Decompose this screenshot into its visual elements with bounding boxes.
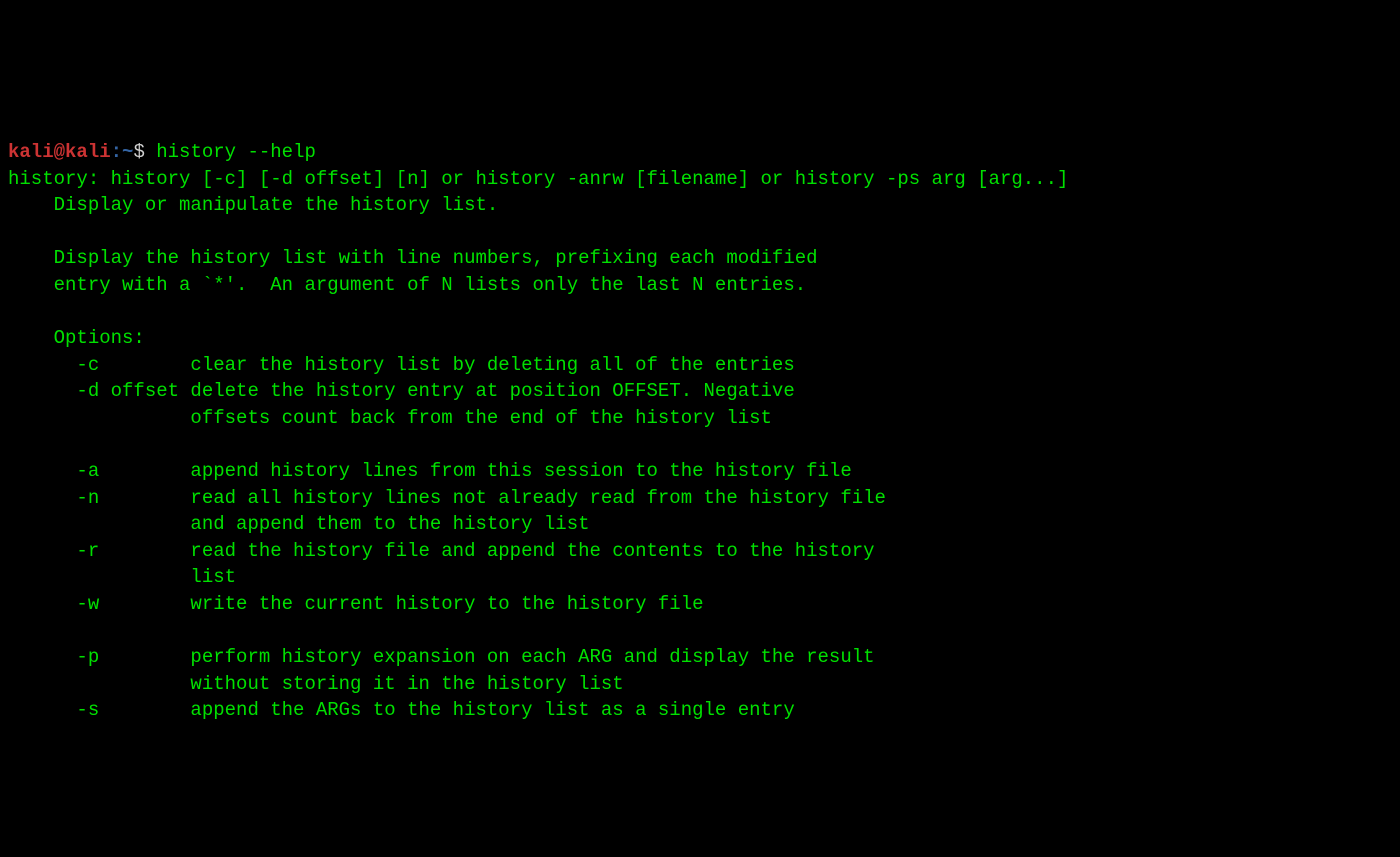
help-option-d-2: offsets count back from the end of the h…: [8, 407, 772, 429]
help-option-a: -a append history lines from this sessio…: [8, 460, 852, 482]
help-description-3: entry with a `*'. An argument of N lists…: [8, 274, 806, 296]
prompt-at: @: [54, 141, 65, 163]
help-option-s: -s append the ARGs to the history list a…: [8, 699, 795, 721]
prompt-line: kali@kali:~$ history --help: [8, 141, 316, 163]
prompt-path: ~: [122, 141, 133, 163]
help-blank-1: [8, 221, 54, 243]
help-description-2: Display the history list with line numbe…: [8, 247, 818, 269]
prompt-user: kali: [8, 141, 54, 163]
command-text: history --help: [156, 141, 316, 163]
help-option-n-1: -n read all history lines not already re…: [8, 487, 886, 509]
help-blank-3: [8, 434, 54, 456]
help-description-1: Display or manipulate the history list.: [8, 194, 498, 216]
help-option-d-1: -d offset delete the history entry at po…: [8, 380, 795, 402]
help-blank-2: [8, 301, 54, 323]
help-option-p-2: without storing it in the history list: [8, 673, 624, 695]
help-synopsis: history: history [-c] [-d offset] [n] or…: [8, 168, 1068, 190]
prompt-dollar: $: [133, 141, 156, 163]
prompt-host: kali: [65, 141, 111, 163]
help-option-n-2: and append them to the history list: [8, 513, 590, 535]
prompt-colon: :: [111, 141, 122, 163]
help-option-w: -w write the current history to the hist…: [8, 593, 704, 615]
help-option-c: -c clear the history list by deleting al…: [8, 354, 795, 376]
help-blank-4: [8, 620, 54, 642]
help-option-r-1: -r read the history file and append the …: [8, 540, 875, 562]
help-option-p-1: -p perform history expansion on each ARG…: [8, 646, 875, 668]
help-options-header: Options:: [8, 327, 145, 349]
terminal-output[interactable]: kali@kali:~$ history --help history: his…: [8, 112, 1392, 724]
help-option-r-2: list: [8, 566, 236, 588]
